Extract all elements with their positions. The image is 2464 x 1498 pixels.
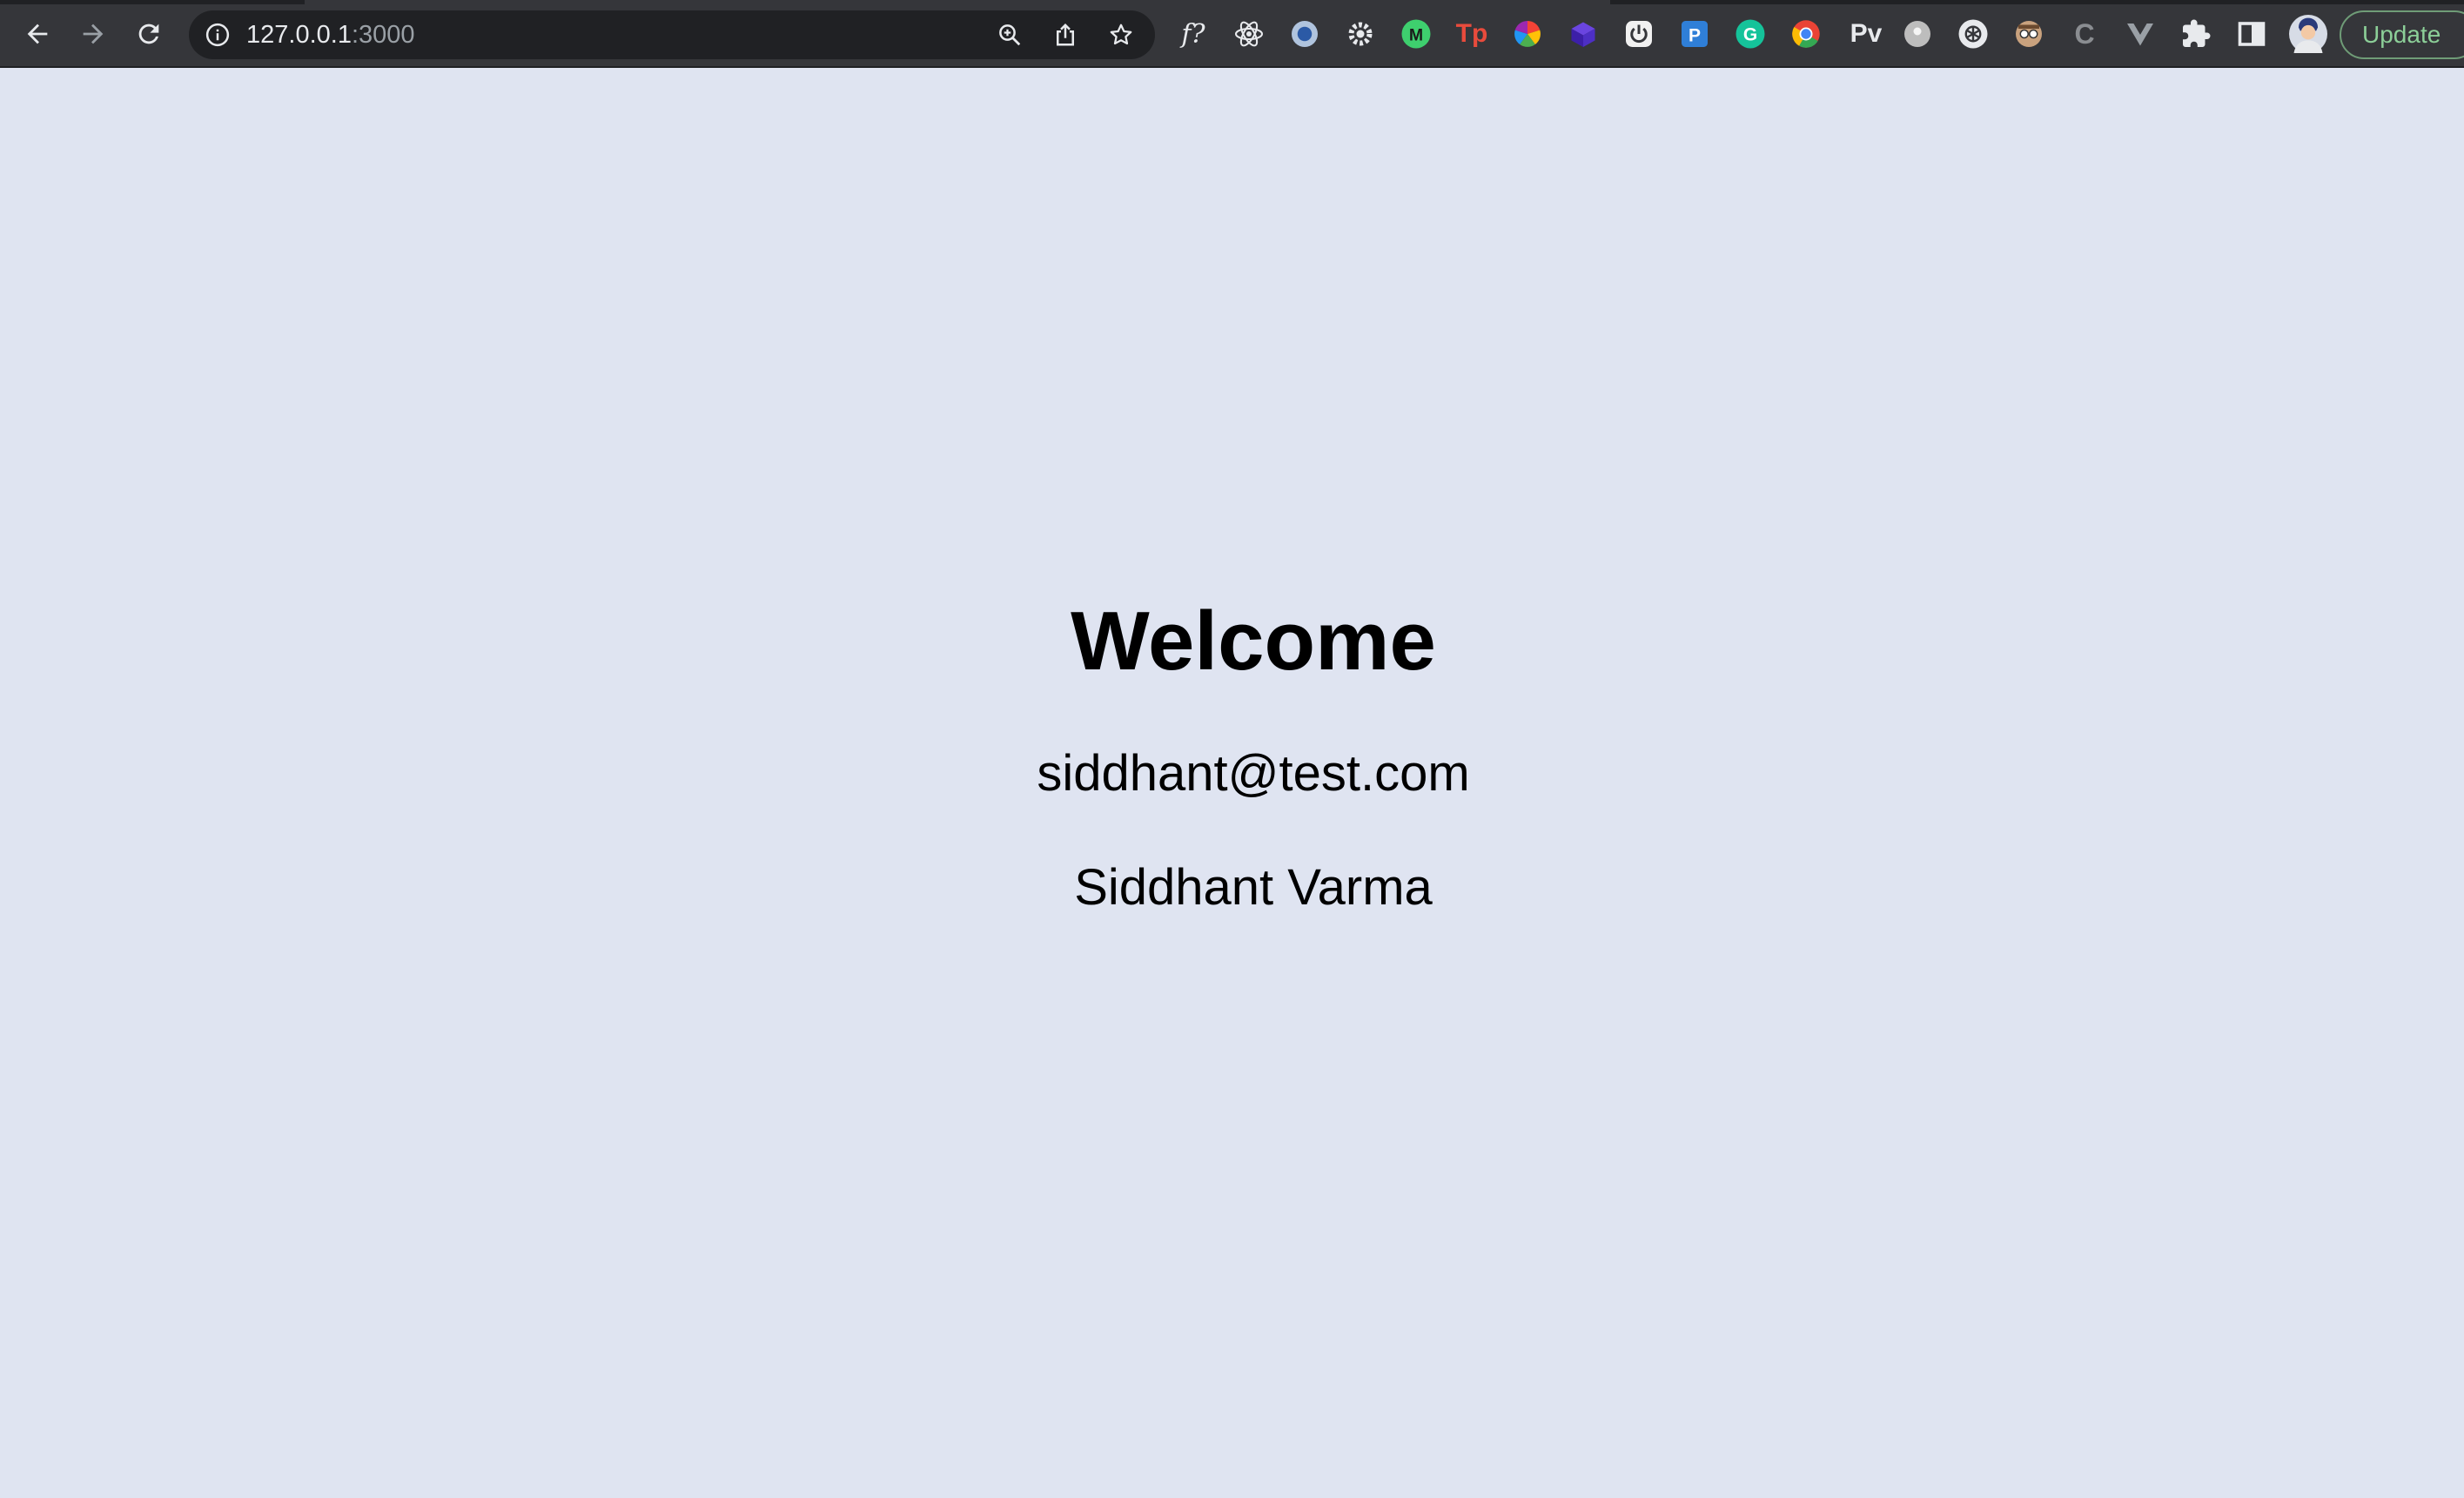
side-panel-icon[interactable] xyxy=(2235,17,2268,50)
share-button[interactable] xyxy=(1051,20,1080,50)
page-content: Welcome siddhant@test.com Siddhant Varma xyxy=(0,68,2464,1498)
power-ext-icon[interactable] xyxy=(1622,17,1655,50)
grey-dot-ext-icon[interactable] xyxy=(1901,17,1934,50)
url-port: :3000 xyxy=(351,21,415,49)
bookmark-button[interactable] xyxy=(1106,20,1136,50)
zoom-icon xyxy=(999,24,1021,46)
svg-text:P: P xyxy=(1689,25,1701,45)
avatar[interactable] xyxy=(2289,15,2327,53)
c-ext-icon[interactable]: C xyxy=(2068,17,2101,50)
green-m-ext-icon[interactable]: M xyxy=(1400,17,1433,50)
purple-cube-ext-icon[interactable] xyxy=(1567,17,1600,50)
puzzle-icon[interactable] xyxy=(2179,17,2212,50)
vue-ext-icon[interactable] xyxy=(2124,17,2157,50)
user-name: Siddhant Varma xyxy=(1074,859,1433,916)
tp-ext-icon[interactable]: Tp xyxy=(1455,17,1488,50)
zoom-button[interactable] xyxy=(995,20,1024,50)
reload-icon xyxy=(138,24,159,44)
pv-ext-icon[interactable]: Pv xyxy=(1845,17,1887,50)
color-wheel-ext-icon[interactable] xyxy=(1511,17,1544,50)
forward-button[interactable] xyxy=(71,12,115,56)
info-icon[interactable] xyxy=(205,22,231,48)
active-tab[interactable] xyxy=(305,0,1610,4)
svg-text:G: G xyxy=(1743,25,1757,45)
address-url[interactable]: 127.0.0.1:3000 xyxy=(246,21,415,49)
reload-button[interactable] xyxy=(127,12,171,56)
address-bar[interactable]: 127.0.0.1:3000 xyxy=(189,10,1155,59)
arrow-left-icon xyxy=(27,24,48,44)
spy-ext-icon[interactable] xyxy=(2012,17,2045,50)
update-button[interactable]: Update xyxy=(2340,10,2464,59)
blue-circle-ext-icon[interactable] xyxy=(1288,17,1321,50)
react-devtools-icon[interactable] xyxy=(1232,17,1266,50)
gear-ext-icon[interactable] xyxy=(1344,17,1377,50)
chrome-ext-icon[interactable] xyxy=(1789,17,1823,50)
arrow-right-icon xyxy=(83,24,104,44)
star-icon xyxy=(1110,24,1132,45)
tab-strip xyxy=(0,0,2464,4)
c-ext-label: C xyxy=(2074,17,2095,50)
back-button[interactable] xyxy=(16,12,59,56)
formula-ext-label: f? xyxy=(1181,18,1205,50)
browser-toolbar: 127.0.0.1:3000 f? M Tp P G Pv C Update xyxy=(0,0,2464,68)
grammarly-ext-icon[interactable]: G xyxy=(1734,17,1767,50)
openai-ext-icon[interactable] xyxy=(1957,17,1990,50)
page-title: Welcome xyxy=(1071,594,1436,688)
user-email: siddhant@test.com xyxy=(1037,745,1470,802)
share-icon xyxy=(1057,23,1074,46)
p-ext-icon[interactable]: P xyxy=(1678,17,1711,50)
url-host: 127.0.0.1 xyxy=(246,21,352,49)
tp-ext-label: Tp xyxy=(1455,19,1488,48)
formula-ext-icon[interactable]: f? xyxy=(1177,17,1210,50)
svg-text:M: M xyxy=(1409,26,1423,45)
pv-ext-label: Pv xyxy=(1850,19,1883,48)
